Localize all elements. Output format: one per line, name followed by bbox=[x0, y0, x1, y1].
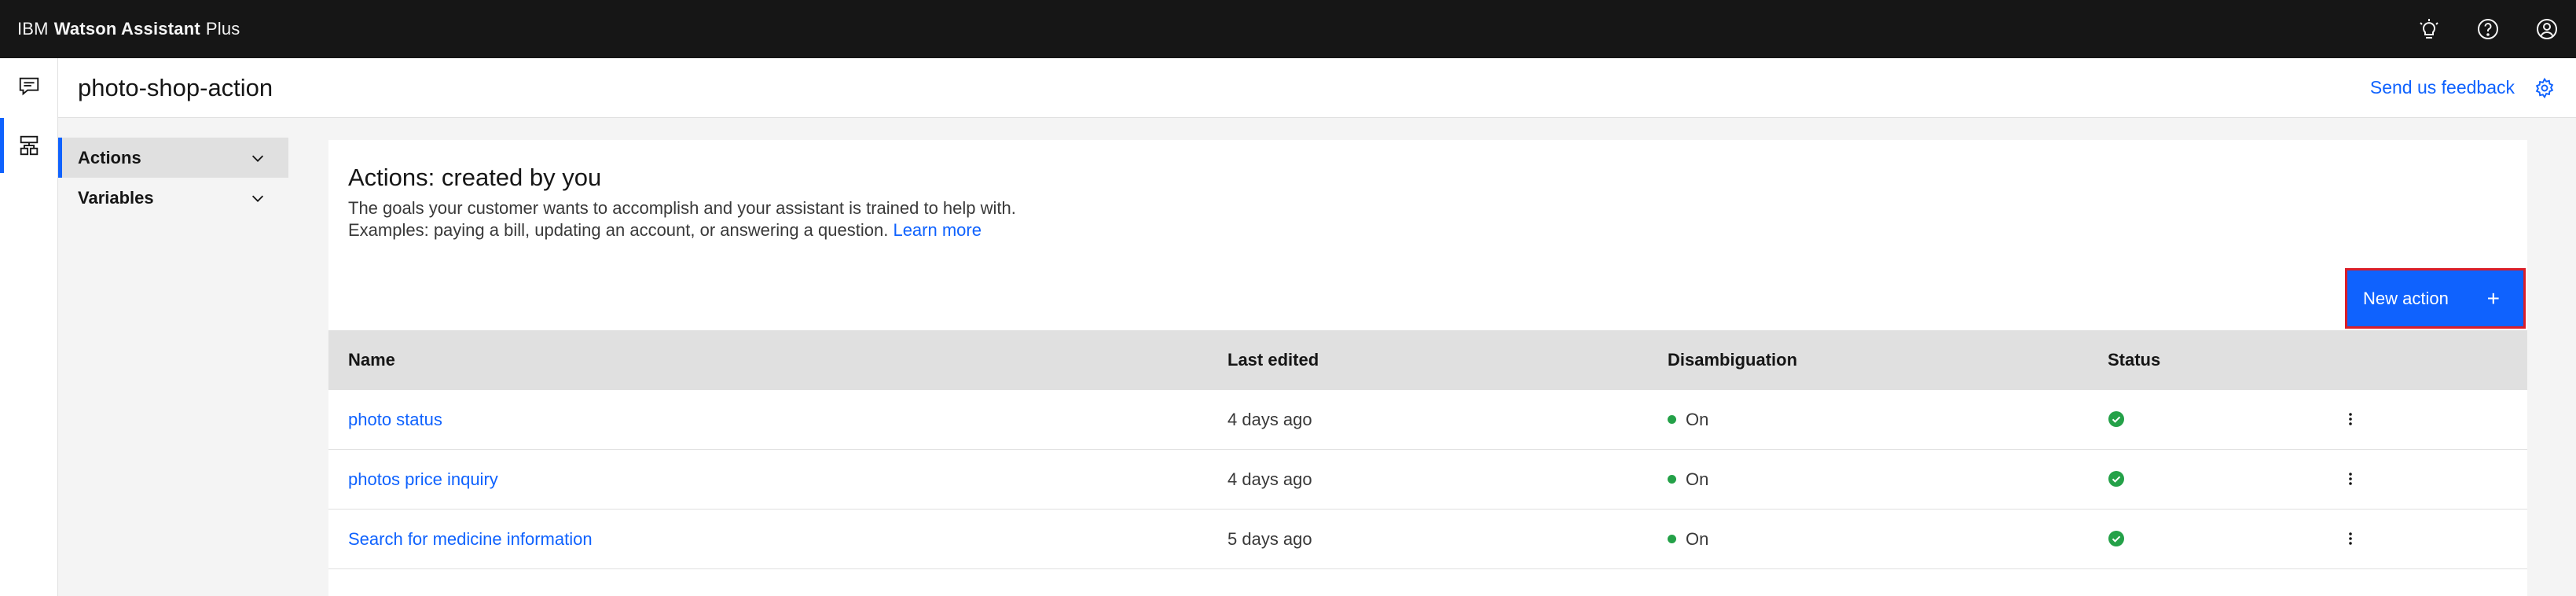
left-rail bbox=[0, 58, 58, 596]
rail-item-conversations[interactable] bbox=[0, 58, 57, 113]
section-title: Actions: created by you bbox=[348, 164, 602, 191]
new-action-label: New action bbox=[2363, 288, 2449, 308]
action-name-link[interactable]: photo status bbox=[348, 390, 442, 449]
brand-suffix: Plus bbox=[205, 19, 240, 39]
page-header: photo-shop-action Send us feedback bbox=[58, 58, 2576, 118]
last-edited: 5 days ago bbox=[1227, 529, 1312, 549]
nav-item-variables[interactable]: Variables bbox=[58, 178, 288, 218]
brand-prefix: IBM bbox=[17, 19, 49, 39]
last-edited: 4 days ago bbox=[1227, 469, 1312, 489]
table-row[interactable]: Search for medicine information 5 days a… bbox=[328, 510, 2527, 569]
send-feedback-link[interactable]: Send us feedback bbox=[2370, 77, 2515, 98]
overflow-menu-button[interactable] bbox=[2336, 524, 2365, 554]
table-row[interactable]: photo status 4 days ago On bbox=[328, 390, 2527, 450]
disambiguation-status: On bbox=[1668, 450, 1708, 509]
column-header-name[interactable]: Name bbox=[348, 330, 395, 390]
top-bar-actions bbox=[2399, 0, 2576, 58]
disambiguation-status: On bbox=[1668, 390, 1708, 449]
nav-item-actions[interactable]: Actions bbox=[58, 138, 288, 178]
nav-item-label: Variables bbox=[78, 187, 154, 208]
disambiguation-value: On bbox=[1686, 529, 1709, 549]
description-examples: Examples: paying a bill, updating an acc… bbox=[348, 220, 889, 240]
top-bar: IBM Watson Assistant Plus bbox=[0, 0, 2576, 58]
status-dot-icon bbox=[1668, 474, 1676, 484]
gear-icon bbox=[2535, 77, 2554, 99]
column-header-last-edited[interactable]: Last edited bbox=[1227, 330, 1319, 390]
checkmark-filled-icon bbox=[2108, 531, 2124, 546]
status-dot-icon bbox=[1668, 414, 1676, 424]
chat-icon bbox=[19, 77, 39, 96]
column-header-disambiguation[interactable]: Disambiguation bbox=[1668, 330, 1797, 390]
overflow-menu-button[interactable] bbox=[2336, 404, 2365, 434]
table-header: Name Last edited Disambiguation Status bbox=[328, 330, 2527, 390]
help-icon[interactable] bbox=[2458, 0, 2517, 58]
rail-item-actions[interactable] bbox=[0, 118, 57, 173]
last-edited: 4 days ago bbox=[1227, 410, 1312, 429]
user-avatar-icon[interactable] bbox=[2517, 0, 2576, 58]
add-icon: + bbox=[2486, 286, 2500, 311]
overflow-menu-icon bbox=[2349, 532, 2352, 545]
page-title: photo-shop-action bbox=[78, 74, 273, 101]
overflow-menu-icon bbox=[2349, 473, 2352, 485]
nav-item-label: Actions bbox=[78, 147, 141, 167]
checkmark-filled-icon bbox=[2108, 411, 2124, 427]
lightbulb-icon[interactable] bbox=[2399, 0, 2458, 58]
learn-more-link[interactable]: Learn more bbox=[893, 220, 982, 240]
disambiguation-status: On bbox=[1668, 510, 1708, 568]
actions-table: Name Last edited Disambiguation Status p… bbox=[328, 330, 2527, 569]
product-name[interactable]: IBM Watson Assistant Plus bbox=[17, 19, 240, 39]
description-line-2: Examples: paying a bill, updating an acc… bbox=[348, 219, 1016, 241]
actions-panel: Actions: created by you The goals your c… bbox=[328, 140, 2527, 596]
checkmark-filled-icon bbox=[2108, 471, 2124, 487]
overflow-menu-button[interactable] bbox=[2336, 464, 2365, 494]
new-action-button[interactable]: New action + bbox=[2345, 268, 2526, 329]
disambiguation-value: On bbox=[1686, 469, 1709, 489]
description-line-1: The goals your customer wants to accompl… bbox=[348, 198, 1016, 218]
section-description: The goals your customer wants to accompl… bbox=[348, 197, 1016, 241]
table-row[interactable]: photos price inquiry 4 days ago On bbox=[328, 450, 2527, 510]
action-name-link[interactable]: Search for medicine information bbox=[348, 510, 593, 568]
disambiguation-value: On bbox=[1686, 410, 1709, 429]
side-nav: Actions Variables bbox=[58, 138, 288, 218]
chevron-down-icon bbox=[251, 155, 264, 162]
brand-name: Watson Assistant bbox=[53, 19, 200, 39]
action-name-link[interactable]: photos price inquiry bbox=[348, 450, 498, 509]
status-dot-icon bbox=[1668, 534, 1676, 543]
settings-button[interactable] bbox=[2530, 74, 2559, 102]
chevron-down-icon bbox=[251, 195, 264, 202]
overflow-menu-icon bbox=[2349, 413, 2352, 425]
column-header-status[interactable]: Status bbox=[2108, 330, 2160, 390]
actions-icon bbox=[20, 135, 38, 156]
